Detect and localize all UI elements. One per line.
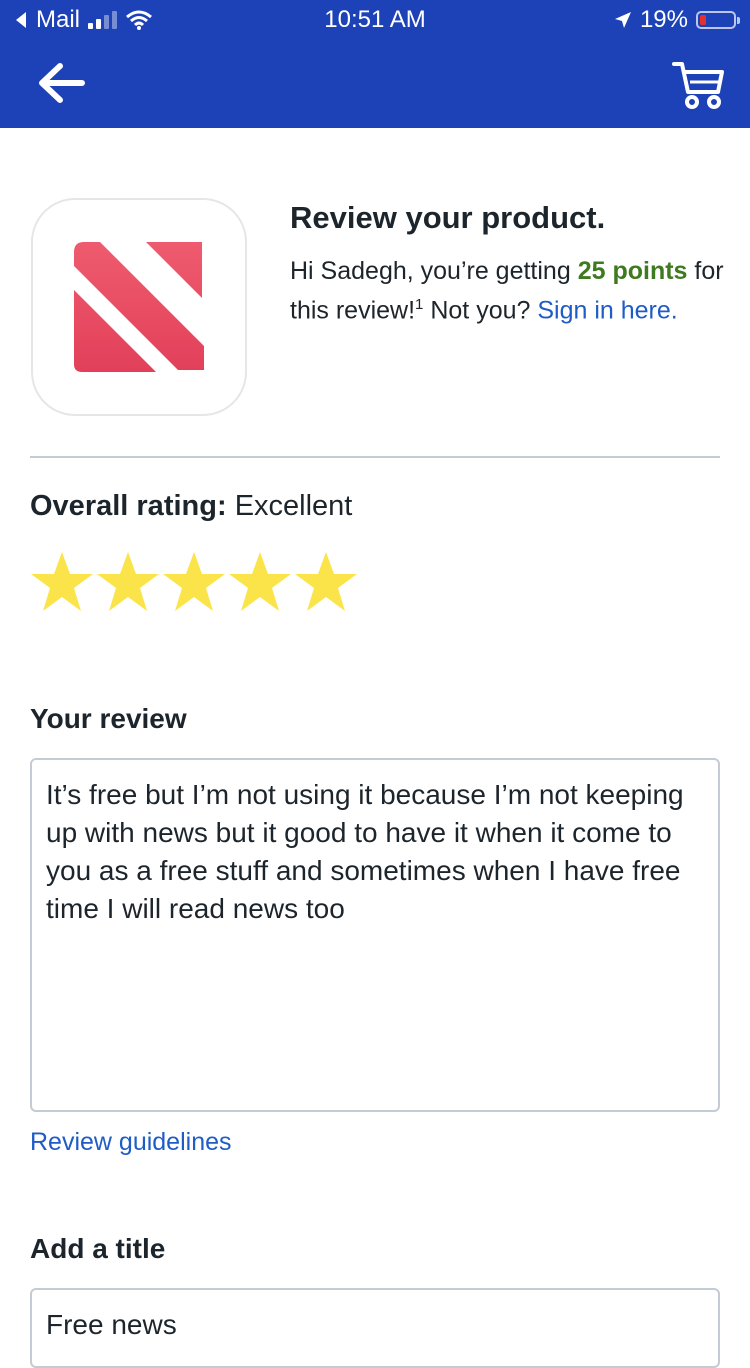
status-bar: Mail 10:51 AM 19% (0, 0, 750, 40)
not-you-text: Not you? (430, 296, 531, 325)
sign-in-link[interactable]: Sign in here. (537, 296, 677, 324)
add-title-label: Add a title (30, 1233, 166, 1264)
back-arrow-icon[interactable] (36, 60, 88, 106)
review-header: Review your product. Hi Sadegh, you’re g… (290, 200, 730, 327)
star-icon[interactable] (228, 550, 292, 614)
shopping-cart-icon[interactable] (672, 58, 726, 110)
footnote-marker: 1 (415, 296, 424, 313)
product-image (31, 198, 247, 416)
star-icon[interactable] (96, 550, 160, 614)
battery-percent: 19% (639, 6, 688, 33)
star-icon[interactable] (30, 550, 94, 614)
page-title: Review your product. (290, 200, 606, 235)
status-right: 19% (614, 6, 740, 34)
overall-rating: Overall rating: Excellent (30, 490, 352, 523)
battery-icon (696, 11, 740, 29)
points-message: Hi Sadegh, you’re getting 25 points for … (290, 254, 730, 327)
review-guidelines-link[interactable]: Review guidelines (30, 1128, 232, 1157)
overall-rating-value: Excellent (234, 490, 353, 522)
review-textarea[interactable]: It’s free but I’m not using it because I… (30, 758, 720, 1112)
apple-news-logo-icon (74, 242, 204, 372)
overall-rating-label: Overall rating: (30, 490, 227, 522)
your-review-label: Your review (30, 703, 187, 734)
star-icon[interactable] (162, 550, 226, 614)
star-rating[interactable] (30, 550, 358, 614)
divider (30, 456, 720, 458)
points-intro-prefix: Hi Sadegh, you’re getting (290, 257, 571, 285)
points-amount: 25 points (577, 257, 688, 285)
title-input[interactable]: Free news (30, 1288, 720, 1368)
star-icon[interactable] (294, 550, 358, 614)
location-arrow-icon (614, 12, 631, 28)
